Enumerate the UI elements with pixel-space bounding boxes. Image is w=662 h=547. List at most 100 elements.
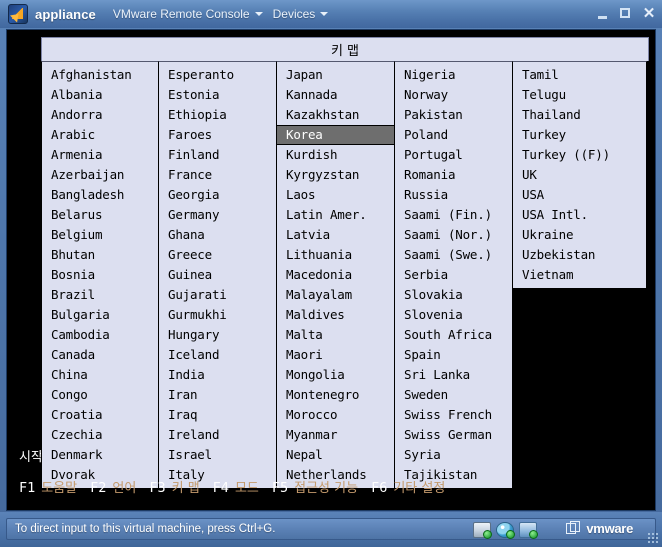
keymap-item[interactable]: Ethiopia bbox=[159, 105, 276, 125]
keymap-item[interactable]: Sri Lanka bbox=[395, 365, 512, 385]
keymap-item[interactable]: Lithuania bbox=[277, 245, 394, 265]
keymap-item[interactable]: Gujarati bbox=[159, 285, 276, 305]
keymap-item[interactable]: Macedonia bbox=[277, 265, 394, 285]
keymap-item[interactable]: Maldives bbox=[277, 305, 394, 325]
function-key-f6[interactable]: F6 기타 설정 bbox=[371, 477, 445, 496]
keymap-item[interactable]: Bosnia bbox=[42, 265, 158, 285]
keymap-item[interactable]: Uzbekistan bbox=[513, 245, 646, 265]
guest-console-screen[interactable]: 시작 키 맵 Afghanistan Albania Andorra Arabic Ar… bbox=[6, 29, 656, 511]
keymap-item[interactable]: Serbia bbox=[395, 265, 512, 285]
keymap-item[interactable]: Belarus bbox=[42, 205, 158, 225]
keymap-item[interactable]: Maori bbox=[277, 345, 394, 365]
keymap-item[interactable]: Estonia bbox=[159, 85, 276, 105]
keymap-item[interactable]: Afghanistan bbox=[42, 65, 158, 85]
keymap-item[interactable]: Kyrgyzstan bbox=[277, 165, 394, 185]
keymap-item[interactable]: Azerbaijan bbox=[42, 165, 158, 185]
keymap-item[interactable]: Cambodia bbox=[42, 325, 158, 345]
keymap-item[interactable]: Turkey ((F)) bbox=[513, 145, 646, 165]
keymap-item[interactable]: Swiss German bbox=[395, 425, 512, 445]
keymap-item[interactable]: Ireland bbox=[159, 425, 276, 445]
keymap-item[interactable]: Mongolia bbox=[277, 365, 394, 385]
keymap-item[interactable]: Tamil bbox=[513, 65, 646, 85]
keymap-item[interactable]: Georgia bbox=[159, 185, 276, 205]
keymap-item[interactable]: Canada bbox=[42, 345, 158, 365]
keymap-item[interactable]: Laos bbox=[277, 185, 394, 205]
keymap-item[interactable]: Thailand bbox=[513, 105, 646, 125]
keymap-item[interactable]: Spain bbox=[395, 345, 512, 365]
keymap-item[interactable]: Syria bbox=[395, 445, 512, 465]
keymap-item[interactable]: Telugu bbox=[513, 85, 646, 105]
keymap-item[interactable]: Croatia bbox=[42, 405, 158, 425]
keymap-item[interactable]: Latvia bbox=[277, 225, 394, 245]
keymap-item[interactable]: Sweden bbox=[395, 385, 512, 405]
keymap-item[interactable]: Israel bbox=[159, 445, 276, 465]
keymap-item[interactable]: Bulgaria bbox=[42, 305, 158, 325]
keymap-item[interactable]: Arabic bbox=[42, 125, 158, 145]
keymap-item[interactable]: Latin Amer. bbox=[277, 205, 394, 225]
keymap-item[interactable]: Congo bbox=[42, 385, 158, 405]
keymap-item[interactable]: USA bbox=[513, 185, 646, 205]
keymap-item[interactable]: USA Intl. bbox=[513, 205, 646, 225]
keymap-item[interactable]: Russia bbox=[395, 185, 512, 205]
keymap-item[interactable]: Portugal bbox=[395, 145, 512, 165]
maximize-button[interactable] bbox=[619, 7, 633, 21]
keymap-item[interactable]: Iraq bbox=[159, 405, 276, 425]
keymap-item[interactable]: Finland bbox=[159, 145, 276, 165]
function-key-f4[interactable]: F4 모드 bbox=[213, 477, 259, 496]
keymap-item[interactable]: Malayalam bbox=[277, 285, 394, 305]
keymap-item[interactable]: Norway bbox=[395, 85, 512, 105]
keymap-item[interactable]: Bhutan bbox=[42, 245, 158, 265]
menu-devices[interactable]: Devices bbox=[270, 5, 332, 23]
keymap-item[interactable]: Swiss French bbox=[395, 405, 512, 425]
function-key-f5[interactable]: F5 접근성 기능 bbox=[272, 477, 358, 496]
keymap-item[interactable]: Slovakia bbox=[395, 285, 512, 305]
keymap-item[interactable]: Faroes bbox=[159, 125, 276, 145]
keymap-item[interactable]: Poland bbox=[395, 125, 512, 145]
keymap-item[interactable]: Pakistan bbox=[395, 105, 512, 125]
keymap-item[interactable]: Romania bbox=[395, 165, 512, 185]
keymap-item[interactable]: Saami (Swe.) bbox=[395, 245, 512, 265]
keymap-item[interactable]: Myanmar bbox=[277, 425, 394, 445]
keymap-item[interactable]: UK bbox=[513, 165, 646, 185]
keymap-item[interactable]: Brazil bbox=[42, 285, 158, 305]
keymap-item[interactable]: Iceland bbox=[159, 345, 276, 365]
keymap-item[interactable]: Armenia bbox=[42, 145, 158, 165]
keymap-item[interactable]: India bbox=[159, 365, 276, 385]
function-key-f2[interactable]: F2 언어 bbox=[90, 477, 136, 496]
keymap-item[interactable]: Saami (Nor.) bbox=[395, 225, 512, 245]
network-adapter-icon[interactable] bbox=[519, 522, 538, 539]
minimize-button[interactable] bbox=[596, 7, 610, 21]
cd-dvd-icon[interactable] bbox=[496, 522, 515, 539]
keymap-item[interactable]: Belgium bbox=[42, 225, 158, 245]
keymap-item[interactable]: Kazakhstan bbox=[277, 105, 394, 125]
function-key-f1[interactable]: F1 도움말 bbox=[19, 477, 77, 496]
keymap-item[interactable]: Nepal bbox=[277, 445, 394, 465]
keymap-item[interactable]: Esperanto bbox=[159, 65, 276, 85]
keymap-item[interactable]: Montenegro bbox=[277, 385, 394, 405]
keymap-item[interactable]: Czechia bbox=[42, 425, 158, 445]
keymap-item[interactable]: Malta bbox=[277, 325, 394, 345]
keymap-item[interactable]: Iran bbox=[159, 385, 276, 405]
keymap-item[interactable]: Japan bbox=[277, 65, 394, 85]
keymap-item[interactable]: Saami (Fin.) bbox=[395, 205, 512, 225]
keymap-item[interactable]: China bbox=[42, 365, 158, 385]
keymap-item[interactable]: Ghana bbox=[159, 225, 276, 245]
keymap-item[interactable]: Gurmukhi bbox=[159, 305, 276, 325]
close-button[interactable]: ✕ bbox=[642, 6, 656, 21]
keymap-item[interactable]: Andorra bbox=[42, 105, 158, 125]
keymap-item[interactable]: Slovenia bbox=[395, 305, 512, 325]
keymap-item-selected[interactable]: Korea bbox=[277, 125, 394, 145]
keymap-item[interactable]: Turkey bbox=[513, 125, 646, 145]
function-key-f3[interactable]: F3 키 맵 bbox=[149, 477, 199, 496]
keymap-item[interactable]: Hungary bbox=[159, 325, 276, 345]
keymap-item[interactable]: Bangladesh bbox=[42, 185, 158, 205]
keymap-item[interactable]: Vietnam bbox=[513, 265, 646, 285]
keymap-item[interactable]: Kurdish bbox=[277, 145, 394, 165]
keymap-item[interactable]: Greece bbox=[159, 245, 276, 265]
keymap-item[interactable]: South Africa bbox=[395, 325, 512, 345]
keymap-item[interactable]: Germany bbox=[159, 205, 276, 225]
keymap-item[interactable]: Denmark bbox=[42, 445, 158, 465]
keymap-item[interactable]: Kannada bbox=[277, 85, 394, 105]
keymap-item[interactable]: Morocco bbox=[277, 405, 394, 425]
hard-disk-icon[interactable] bbox=[473, 522, 492, 539]
